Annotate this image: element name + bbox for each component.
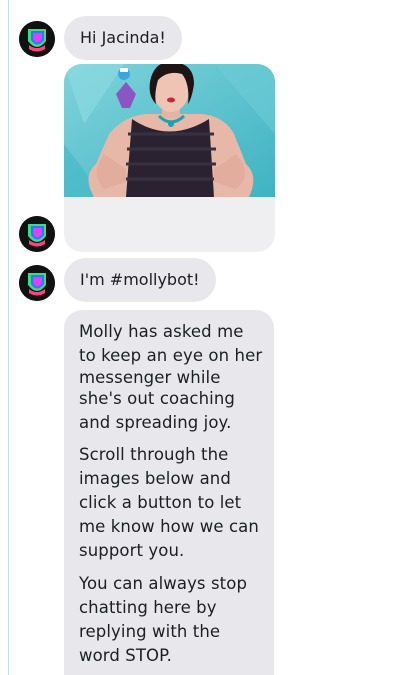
message-line: You can always stop [79,574,248,593]
messenger-thread: Hi Jacinda! I'm #mollybot! Molly has ask… [0,0,410,675]
message-line: support you. [79,541,185,560]
message-text: I'm #mollybot! [80,270,200,289]
bot-avatar-icon[interactable] [19,21,55,57]
message-line: Molly has asked me [79,322,244,341]
message-bubble-greeting: Hi Jacinda! [64,16,182,60]
message-paragraph-2: Scroll through the images below and clic… [79,443,269,563]
message-line: word STOP. [79,646,172,665]
message-line: Scroll through the [79,445,229,464]
bot-avatar-icon[interactable] [19,265,55,301]
message-bubble-intro: I'm #mollybot! [64,258,216,302]
message-line: she's out coaching [79,389,235,408]
message-bubble-explanation: Molly has asked me to keep an eye on her… [64,310,274,675]
message-line: chatting here by [79,598,217,617]
message-paragraph-3: You can always stop chatting here by rep… [79,572,269,668]
message-line: click a button to let [79,493,242,512]
image-attachment[interactable] [64,64,275,252]
message-line: to keep an eye on her [79,346,263,365]
message-text: Hi Jacinda! [80,28,166,47]
thread-divider [8,0,9,675]
message-line: me know how we can [79,517,259,536]
message-line: replying with the [79,622,221,641]
bot-avatar-icon[interactable] [19,216,55,252]
message-line: images below and [79,469,231,488]
woman-portrait-photo [64,64,275,252]
message-paragraph-1: Molly has asked me to keep an eye on her… [79,320,269,435]
message-line: messenger while [79,368,221,387]
message-line: and spreading joy. [79,413,232,432]
